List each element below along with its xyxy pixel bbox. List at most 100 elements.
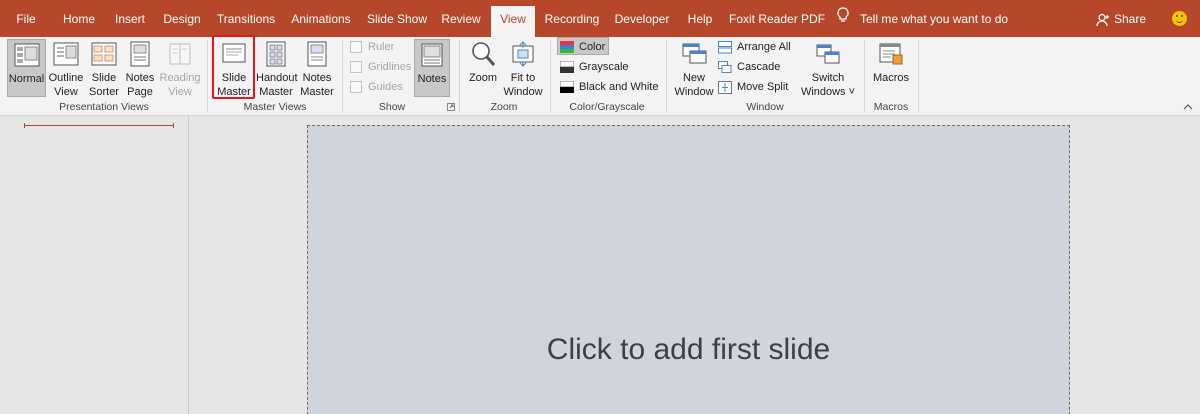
guides-label: Guides: [368, 81, 403, 93]
tab-home[interactable]: Home: [58, 6, 100, 37]
slide-master-button[interactable]: Slide Master: [214, 39, 254, 98]
new-window-button[interactable]: New Window: [673, 39, 715, 98]
group-separator: [550, 40, 551, 112]
switch-windows-label: Switch Windows ˅: [800, 72, 856, 98]
slide-editor-area[interactable]: Click to add first slide: [190, 116, 1200, 414]
new-window-icon: [682, 43, 707, 64]
outline-view-label: Outline View: [48, 72, 84, 98]
tab-help[interactable]: Help: [684, 6, 716, 37]
ribbon-tab-bar: File Home Insert Design Transitions Anim…: [0, 0, 1200, 37]
reading-view-button[interactable]: Reading View: [158, 39, 202, 98]
handout-master-label: Handout Master: [256, 72, 298, 98]
tab-slide-show[interactable]: Slide Show: [366, 6, 428, 37]
gridlines-checkbox[interactable]: Gridlines: [350, 58, 411, 76]
move-split-label: Move Split: [737, 81, 789, 93]
collapse-ribbon-icon[interactable]: [1183, 103, 1193, 111]
notes-label: Notes: [417, 73, 447, 85]
share-button[interactable]: Share: [1096, 6, 1146, 33]
group-separator: [864, 40, 865, 112]
new-window-label: New Window: [674, 72, 714, 98]
group-separator: [342, 40, 343, 112]
reading-view-icon: [169, 43, 191, 65]
move-split-button[interactable]: Move Split: [718, 78, 788, 96]
move-split-icon: [718, 80, 732, 94]
group-separator: [666, 40, 667, 112]
cascade-button[interactable]: Cascade: [718, 58, 780, 76]
tab-developer[interactable]: Developer: [614, 6, 670, 37]
slide-master-icon: [222, 43, 246, 63]
fit-to-window-icon: [512, 41, 534, 67]
tab-review[interactable]: Review: [440, 6, 482, 37]
zoom-label: Zoom: [468, 72, 498, 84]
notes-page-label: Notes Page: [125, 72, 155, 98]
slide-thumbnail-pane[interactable]: [0, 116, 189, 414]
outline-view-button[interactable]: Outline View: [47, 39, 85, 98]
macros-button[interactable]: Macros: [871, 39, 911, 97]
tab-design[interactable]: Design: [161, 6, 203, 37]
slide-master-label: Slide Master: [217, 72, 251, 98]
grayscale-swatch-icon: [560, 61, 574, 74]
arrange-all-icon: [718, 40, 732, 54]
fit-to-window-button[interactable]: Fit to Window: [502, 39, 544, 98]
smiley-feedback-icon[interactable]: [1172, 11, 1187, 26]
ruler-checkbox[interactable]: Ruler: [350, 38, 394, 56]
magnifier-icon: [472, 42, 496, 66]
dialog-launcher-icon[interactable]: [447, 103, 455, 111]
cascade-icon: [718, 60, 732, 73]
black-and-white-button[interactable]: Black and White: [560, 78, 658, 96]
guides-checkbox[interactable]: Guides: [350, 78, 403, 96]
zoom-button[interactable]: Zoom: [465, 39, 501, 97]
arrange-all-label: Arrange All: [737, 41, 791, 53]
group-label-window: Window: [746, 101, 784, 113]
checkbox-icon: [350, 61, 362, 74]
tab-animations[interactable]: Animations: [288, 6, 354, 37]
tell-me-search[interactable]: Tell me what you want to do: [836, 6, 1008, 33]
macros-icon: [879, 43, 903, 65]
notes-master-icon: [307, 41, 327, 67]
switch-windows-button[interactable]: Switch Windows ˅: [800, 39, 856, 98]
tab-foxit-reader-pdf[interactable]: Foxit Reader PDF: [729, 6, 825, 37]
group-label-master-views: Master Views: [243, 101, 307, 113]
normal-view-button[interactable]: Normal: [7, 39, 46, 97]
share-label: Share: [1114, 12, 1147, 26]
slide-sorter-button[interactable]: Slide Sorter: [86, 39, 122, 98]
group-label-macros: Macros: [873, 101, 909, 113]
group-label-color-grayscale: Color/Grayscale: [569, 101, 645, 113]
insertion-point-line: [24, 123, 174, 128]
notes-toggle-button[interactable]: Notes: [414, 39, 450, 97]
tab-recording[interactable]: Recording: [543, 6, 601, 37]
tell-me-text: Tell me what you want to do: [860, 12, 1009, 26]
lightbulb-icon: [836, 6, 852, 33]
cascade-label: Cascade: [737, 61, 781, 73]
group-label-zoom: Zoom: [490, 101, 518, 113]
color-swatch-icon: [560, 41, 574, 54]
normal-view-icon: [14, 43, 39, 67]
group-separator: [207, 40, 208, 112]
notes-page-button[interactable]: Notes Page: [123, 39, 157, 98]
color-label: Color: [579, 41, 606, 53]
slide-sorter-icon: [91, 42, 117, 66]
tab-transitions[interactable]: Transitions: [216, 6, 276, 37]
reading-view-label: Reading View: [159, 72, 201, 98]
checkbox-icon: [350, 41, 362, 54]
handout-master-button[interactable]: Handout Master: [256, 39, 298, 98]
slide-sorter-label: Slide Sorter: [89, 72, 119, 98]
placeholder-text: Click to add first slide: [546, 333, 831, 366]
normal-label: Normal: [8, 73, 45, 85]
grayscale-label: Grayscale: [579, 61, 629, 73]
notes-master-label: Notes Master: [300, 72, 334, 98]
fit-to-window-label: Fit to Window: [503, 72, 543, 98]
ribbon-view: Normal Outline View Slide Sorter Notes P…: [0, 37, 1200, 116]
color-button[interactable]: Color: [557, 37, 609, 55]
arrange-all-button[interactable]: Arrange All: [718, 38, 791, 56]
handout-master-icon: [266, 41, 286, 67]
tab-file[interactable]: File: [8, 6, 44, 37]
gridlines-label: Gridlines: [368, 61, 412, 73]
notes-master-button[interactable]: Notes Master: [298, 39, 336, 98]
tab-insert[interactable]: Insert: [111, 6, 149, 37]
powerpoint-window: File Home Insert Design Transitions Anim…: [0, 0, 1200, 414]
empty-slide-placeholder[interactable]: Click to add first slide: [307, 125, 1070, 414]
tab-view[interactable]: View: [491, 6, 535, 37]
person-icon: [1096, 13, 1109, 26]
grayscale-button[interactable]: Grayscale: [560, 58, 629, 76]
